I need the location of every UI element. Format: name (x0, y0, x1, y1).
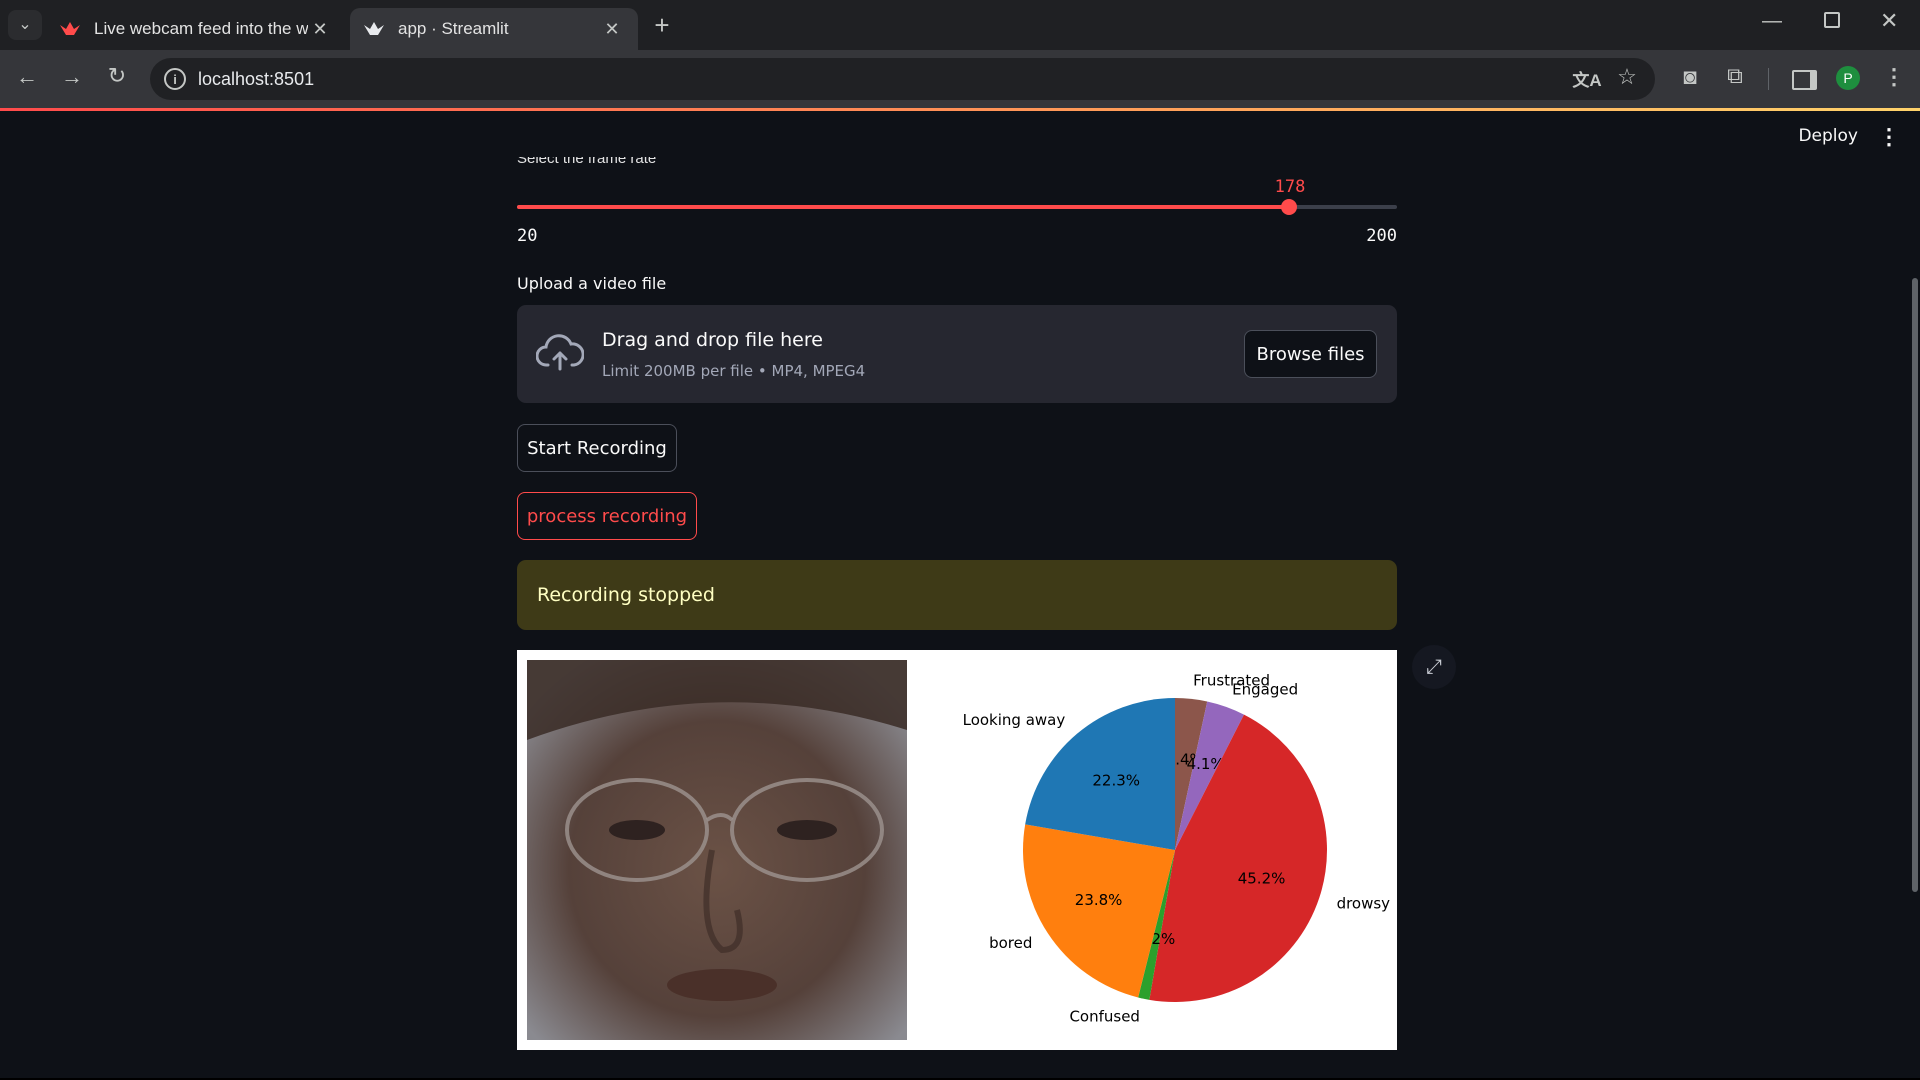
tab-title: app · Streamlit (398, 19, 509, 38)
start-recording-button[interactable]: Start Recording (517, 424, 677, 472)
cloud-upload-icon (536, 334, 584, 371)
camera-icon[interactable]: ◙ (1673, 64, 1707, 90)
toolbar-divider (1768, 68, 1769, 90)
slider-label: Select the frame rate (517, 150, 657, 167)
info-icon[interactable]: i (164, 68, 186, 90)
translate-icon[interactable]: 文A (1570, 66, 1604, 91)
close-tab-icon[interactable]: ✕ (600, 19, 624, 40)
plus-icon[interactable]: + (645, 10, 679, 41)
minimize-icon[interactable]: — (1762, 10, 1782, 33)
dropzone-title: Drag and drop file here (602, 329, 823, 351)
status-alert: Recording stopped (517, 560, 1397, 630)
main-menu-icon[interactable]: ⋮ (1878, 124, 1900, 150)
pie-category-label: Looking away (963, 711, 1066, 729)
url-text[interactable]: localhost:8501 (198, 69, 314, 90)
puzzle-icon[interactable]: ⧉ (1718, 63, 1752, 89)
restore-icon[interactable] (1824, 12, 1840, 28)
tab-app-streamlit[interactable]: app · Streamlit ✕ (350, 8, 638, 50)
close-tab-icon[interactable]: ✕ (308, 19, 332, 40)
dropzone-subtitle: Limit 200MB per file • MP4, MPEG4 (602, 362, 866, 380)
side-panel-icon[interactable] (1792, 70, 1817, 90)
slider-thumb[interactable] (1281, 199, 1297, 215)
pie-category-label: Engaged (1232, 681, 1298, 699)
star-icon[interactable]: ☆ (1610, 64, 1644, 90)
uploader-label: Upload a video file (517, 274, 667, 293)
scrollbar-thumb[interactable] (1912, 278, 1918, 892)
tab-webcam-feed[interactable]: Live webcam feed into the web ✕ (46, 8, 346, 50)
pie-category-label: bored (989, 934, 1032, 952)
tab-title: Live webcam feed into the web (94, 19, 308, 38)
pie-pct-label: 45.2% (1238, 870, 1286, 888)
streamlit-logo-icon (60, 22, 80, 35)
process-recording-button[interactable]: process recording (517, 492, 697, 540)
figure-svg: 3.4%Frustrated4.1%Engaged45.2%drowsy1.2%… (527, 660, 1391, 1040)
arrow-right-icon[interactable]: → (55, 64, 89, 90)
pie-category-label: drowsy (1337, 895, 1391, 913)
matplotlib-figure: 3.4% Frustrated 4.1% Engaged 45.2% drowsy 1.2%… (517, 650, 1397, 1050)
deploy-button[interactable]: Deploy (1798, 126, 1858, 146)
profile-avatar[interactable]: P (1836, 66, 1860, 90)
kebab-icon[interactable]: ⋮ (1877, 64, 1911, 90)
slider-min-label: 20 (517, 226, 538, 246)
pie-chart: 3.4%Frustrated4.1%Engaged45.2%drowsy1.2%… (963, 672, 1391, 1026)
close-window-icon[interactable]: ✕ (1880, 8, 1898, 34)
slider-track-fill (517, 205, 1289, 209)
slider-value: 178 (1274, 177, 1306, 197)
slider-max-label: 200 (1366, 226, 1397, 246)
reload-icon[interactable]: ↻ (100, 63, 134, 89)
alert-text: Recording stopped (537, 584, 715, 606)
streamlit-logo-icon (364, 22, 384, 35)
webcam-frame-image (527, 660, 907, 1040)
address-bar[interactable]: i localhost:8501 (150, 58, 1655, 100)
arrow-left-icon[interactable]: ← (10, 64, 44, 90)
streamlit-header-decoration (0, 108, 1920, 111)
chevron-down-icon[interactable]: ⌄ (8, 10, 42, 40)
browse-files-button[interactable]: Browse files (1244, 330, 1377, 378)
fullscreen-expand-icon[interactable]: ⤢ (1412, 645, 1456, 689)
pie-category-label: Confused (1069, 1008, 1140, 1026)
pie-pct-label: 23.8% (1075, 891, 1123, 909)
pie-pct-label: 22.3% (1092, 771, 1140, 789)
